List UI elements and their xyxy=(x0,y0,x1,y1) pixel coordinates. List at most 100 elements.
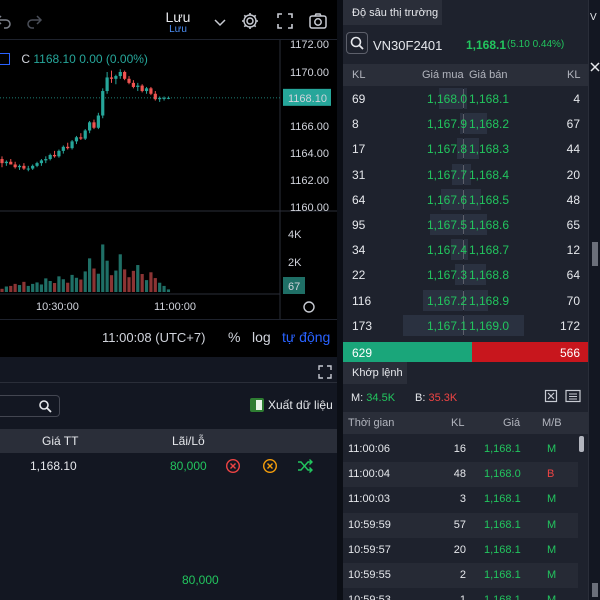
chart-pane[interactable]: Lưu Lưu 1172.00 1170.00 1166.00 1164.00 1162… xyxy=(0,0,337,357)
bid-price[interactable]: 1,167.8 xyxy=(427,142,467,156)
trade-row[interactable]: 11:00:03 3 1,168.1 M xyxy=(343,487,578,512)
trade-row[interactable]: 10:59:55 2 1,168.1 M xyxy=(343,562,578,589)
export-data-button[interactable]: Xuất dữ liệu xyxy=(250,398,333,412)
position-market-price: 1,168.10 xyxy=(30,459,77,473)
bid-price[interactable]: 1,167.2 xyxy=(427,294,467,308)
trade-price: 1,168.1 xyxy=(484,493,521,506)
volume-bar xyxy=(26,285,30,292)
bid-price[interactable]: 1,167.3 xyxy=(427,268,467,282)
ask-price[interactable]: 1,168.9 xyxy=(469,294,509,308)
reverse-position-icon[interactable] xyxy=(297,458,313,474)
ask-qty: 4 xyxy=(573,92,580,106)
bid-price[interactable]: 1,167.9 xyxy=(427,117,467,131)
bid-price[interactable]: 1,168.0 xyxy=(427,92,467,106)
col-header-market-price[interactable]: Giá TT xyxy=(42,434,78,448)
cancel-order-icon[interactable] xyxy=(225,458,241,474)
ask-price[interactable]: 1,168.3 xyxy=(469,142,509,156)
volume-bar xyxy=(127,277,131,292)
chart-clock[interactable]: 11:00:08 (UTC+7) xyxy=(102,330,205,345)
trade-side: M xyxy=(547,594,556,600)
trade-row[interactable]: 10:59:57 20 1,168.1 M xyxy=(343,538,578,563)
candle-body xyxy=(101,91,105,116)
volume-bar xyxy=(48,280,52,292)
redo-icon[interactable] xyxy=(24,11,44,31)
depth-row[interactable]: 31 1,167.7 1,168.4 20 xyxy=(343,162,588,187)
candle-body xyxy=(70,141,74,149)
expand-icon[interactable] xyxy=(318,365,332,379)
depth-row[interactable]: 69 1,168.0 1,168.1 4 xyxy=(343,86,588,111)
depth-row[interactable]: 64 1,167.6 1,168.5 48 xyxy=(343,187,588,212)
depth-row[interactable]: 34 1,167.4 1,168.7 12 xyxy=(343,237,588,262)
excel-export-icon[interactable] xyxy=(544,389,558,403)
axis-settings-icon[interactable] xyxy=(303,301,315,313)
trade-row[interactable]: 10:59:59 57 1,168.1 M xyxy=(343,512,578,538)
depth-row[interactable]: 95 1,167.5 1,168.6 65 xyxy=(343,212,588,237)
depth-row[interactable]: 8 1,167.9 1,168.2 67 xyxy=(343,111,588,136)
chevron-down-icon[interactable] xyxy=(210,12,230,32)
volume-bar xyxy=(61,279,65,292)
bid-price[interactable]: 1,167.1 xyxy=(427,319,467,333)
search-icon[interactable] xyxy=(38,399,52,413)
trade-time: 10:59:59 xyxy=(348,518,391,531)
bid-qty: 22 xyxy=(352,268,366,283)
ask-price[interactable]: 1,168.8 xyxy=(469,268,509,282)
auto-scale-button[interactable]: tự động xyxy=(282,329,330,345)
bid-price[interactable]: 1,167.6 xyxy=(427,193,467,207)
ask-price[interactable]: 1,168.2 xyxy=(469,117,509,131)
bid-price[interactable]: 1,167.5 xyxy=(427,218,467,232)
positions-pane: Xuất dữ liệu Giá TT Lãi/Lỗ 1,168.10 80,0… xyxy=(0,361,337,600)
volume-bar xyxy=(118,254,122,292)
trade-row[interactable]: 11:00:04 48 1,168.0 B xyxy=(343,462,578,488)
undo-icon[interactable] xyxy=(0,11,14,31)
trade-price: 1,168.1 xyxy=(484,518,521,531)
trade-side: M xyxy=(547,443,557,455)
positions-search-input[interactable] xyxy=(0,395,60,417)
volume-bar xyxy=(105,260,109,292)
symbol-search-button[interactable] xyxy=(346,32,368,54)
trade-row[interactable]: 11:00:06 16 1,168.1 M xyxy=(343,437,578,462)
ask-price[interactable]: 1,168.5 xyxy=(469,193,509,207)
depth-row[interactable]: 22 1,167.3 1,168.8 64 xyxy=(343,262,588,287)
ask-price[interactable]: 1,168.7 xyxy=(469,243,509,257)
fullscreen-icon[interactable] xyxy=(275,11,295,31)
ask-price[interactable]: 1,168.1 xyxy=(469,92,509,106)
candle-body xyxy=(61,146,65,151)
tab-market-depth[interactable]: Độ sâu thị trường xyxy=(343,0,442,25)
depth-row[interactable]: 17 1,167.8 1,168.3 44 xyxy=(343,136,588,161)
ask-price[interactable]: 1,168.6 xyxy=(469,218,509,232)
close-position-icon[interactable] xyxy=(262,458,278,474)
tab-matched-trades[interactable]: Khớp lệnh xyxy=(343,362,407,384)
trade-row[interactable]: 10:59:53 1 1,168.1 M xyxy=(343,588,578,600)
depth-row[interactable]: 173 1,167.1 1,169.0 172 xyxy=(343,313,588,338)
sell-volume-value: 35.3K xyxy=(428,392,458,404)
depth-symbol[interactable]: VN30F2401 xyxy=(373,38,442,53)
depth-last-price: 1,168.1 xyxy=(466,38,507,52)
volume-axis-label: 4K xyxy=(288,229,302,241)
col-header-pnl[interactable]: Lãi/Lỗ xyxy=(172,434,205,448)
bid-price[interactable]: 1,167.7 xyxy=(427,168,467,182)
percent-scale-button[interactable]: % xyxy=(228,329,240,345)
depth-row[interactable]: 116 1,167.2 1,168.9 70 xyxy=(343,288,588,313)
ask-price[interactable]: 1,168.4 xyxy=(469,168,509,182)
camera-icon[interactable] xyxy=(308,11,328,31)
close-icon[interactable] xyxy=(590,62,600,72)
candle-body xyxy=(140,85,144,92)
log-scale-button[interactable]: log xyxy=(252,329,271,345)
table-row[interactable]: 1,168.10 80,000 xyxy=(0,453,337,479)
trade-side: M xyxy=(547,518,557,531)
ask-price[interactable]: 1,169.0 xyxy=(469,319,509,333)
trade-time: 11:00:03 xyxy=(348,493,391,506)
gear-icon[interactable] xyxy=(240,11,260,31)
price-chart[interactable]: 1172.00 1170.00 1166.00 1164.00 1162.00 1160.… xyxy=(0,40,337,357)
scrollbar-thumb[interactable] xyxy=(579,436,584,452)
bid-price[interactable]: 1,167.4 xyxy=(427,243,467,257)
layout-save-button[interactable]: Lưu xyxy=(160,9,196,25)
trade-qty: 1 xyxy=(460,594,466,600)
list-view-icon[interactable] xyxy=(565,389,581,403)
ask-qty: 44 xyxy=(566,142,580,157)
trades-scrollbar[interactable] xyxy=(578,434,586,600)
volume-bar xyxy=(74,277,79,292)
layout-save-sublabel[interactable]: Lưu xyxy=(160,24,196,35)
volume-bar xyxy=(0,288,4,292)
candle-body xyxy=(123,72,127,79)
